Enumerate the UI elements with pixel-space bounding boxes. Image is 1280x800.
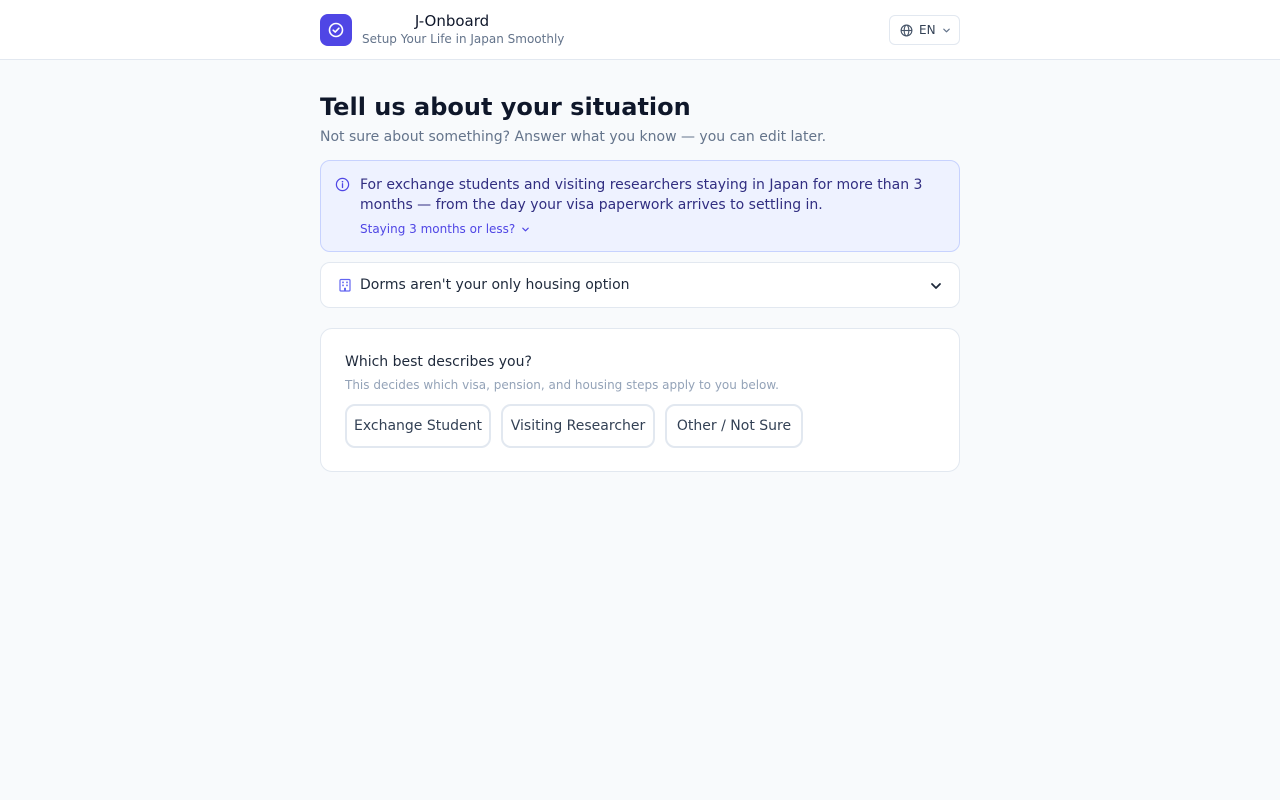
chevron-down-icon xyxy=(942,28,950,32)
page-subtitle: Not sure about something? Answer what yo… xyxy=(320,129,827,145)
globe-icon xyxy=(900,24,913,36)
building-icon xyxy=(337,277,353,297)
logo xyxy=(320,14,352,46)
short-stay-toggle[interactable]: Staying 3 months or less? xyxy=(360,222,530,236)
info-icon xyxy=(335,177,350,196)
info-banner: For exchange students and visiting resea… xyxy=(320,160,960,252)
option-visiting-researcher[interactable]: Visiting Researcher xyxy=(501,404,655,448)
page-title: Tell us about your situation xyxy=(320,93,691,121)
brand-subtitle: Setup Your Life in Japan Smoothly xyxy=(362,32,565,46)
chevron-down-icon xyxy=(522,227,530,231)
option-other-not-sure[interactable]: Other / Not Sure xyxy=(665,404,803,448)
check-circle-icon xyxy=(328,22,344,38)
brand-title: J-Onboard xyxy=(414,12,490,30)
app-header: J-Onboard Setup Your Life in Japan Smoot… xyxy=(0,0,1280,60)
info-text: For exchange students and visiting resea… xyxy=(360,177,923,213)
language-label: EN xyxy=(919,23,936,37)
chevron-down-icon xyxy=(929,278,943,297)
question-hint: This decides which visa, pension, and ho… xyxy=(345,378,779,392)
option-exchange-student[interactable]: Exchange Student xyxy=(345,404,491,448)
short-stay-toggle-label: Staying 3 months or less? xyxy=(360,222,516,236)
housing-accordion-label: Dorms aren't your only housing option xyxy=(360,277,630,293)
housing-accordion[interactable]: Dorms aren't your only housing option xyxy=(320,262,960,308)
role-question-card: Which best describes you? This decides w… xyxy=(320,328,960,472)
language-selector[interactable]: EN xyxy=(889,15,960,45)
question-label: Which best describes you? xyxy=(345,354,532,370)
